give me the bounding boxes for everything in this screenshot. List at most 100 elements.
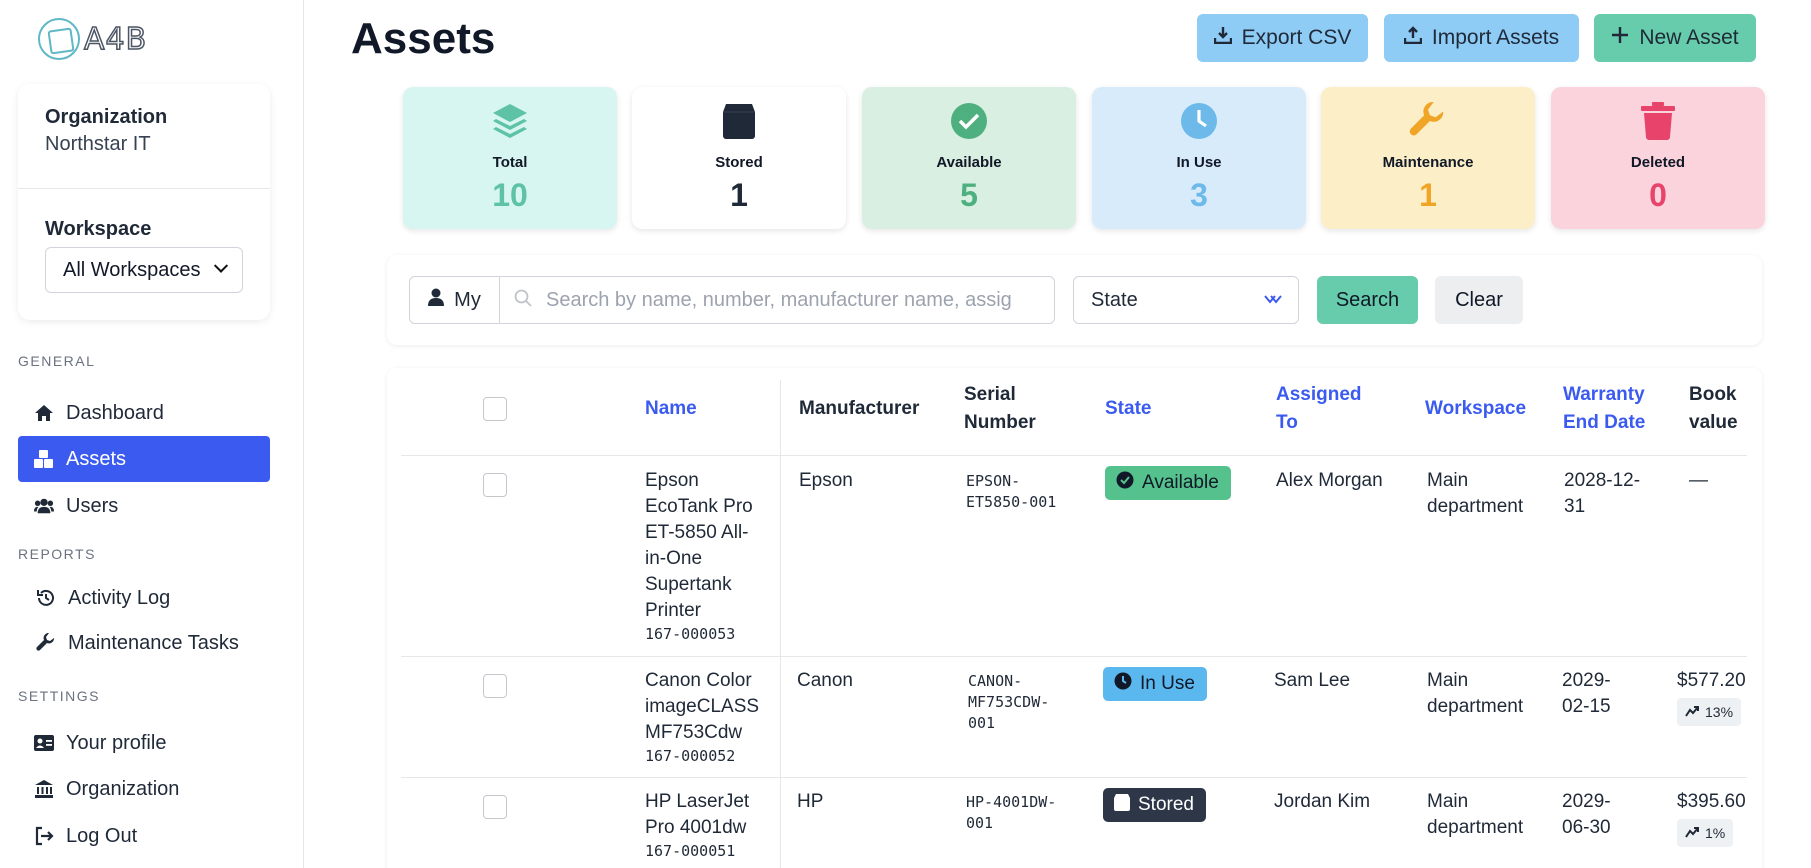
- sidebar-item-maintenance-tasks[interactable]: Maintenance Tasks: [18, 620, 270, 666]
- status-badge: Stored: [1103, 788, 1206, 822]
- organization-label: Organization: [45, 106, 168, 128]
- export-csv-button[interactable]: Export CSV: [1197, 14, 1368, 62]
- row-divider: [401, 777, 1747, 778]
- warranty-cell: 2029-06-30: [1562, 791, 1611, 838]
- column-header-state[interactable]: State: [1105, 395, 1151, 423]
- organization-card: Organization Northstar IT Workspace All …: [18, 84, 270, 320]
- book-value-cell: $395.60: [1677, 791, 1746, 812]
- warranty-cell: 2028-12-31: [1564, 470, 1641, 517]
- workspace-select[interactable]: All Workspaces: [45, 247, 243, 293]
- workspace-cell: Main department: [1427, 670, 1524, 717]
- sidebar-item-dashboard[interactable]: Dashboard: [18, 390, 270, 436]
- column-header-workspace[interactable]: Workspace: [1425, 395, 1526, 423]
- row-checkbox[interactable]: [483, 473, 507, 497]
- search-button[interactable]: Search: [1317, 276, 1418, 324]
- trend-arrow-icon: [1685, 825, 1699, 841]
- stat-card-stored[interactable]: Stored 1: [632, 87, 846, 229]
- sidebar-item-logout[interactable]: Log Out: [18, 813, 270, 859]
- layers-icon: [403, 99, 617, 143]
- warranty-cell: 2029-02-15: [1562, 670, 1611, 717]
- new-asset-button[interactable]: New Asset: [1594, 14, 1756, 62]
- select-all-checkbox[interactable]: [483, 397, 507, 421]
- column-header-manufacturer: Manufacturer: [799, 398, 920, 419]
- download-icon: [1213, 26, 1232, 50]
- nav-section-general: GENERAL: [18, 353, 96, 369]
- status-badge-label: Available: [1142, 472, 1219, 493]
- my-assets-toggle[interactable]: My: [409, 276, 500, 324]
- sidebar-item-label: Log Out: [66, 824, 138, 847]
- home-icon: [34, 403, 54, 423]
- check-circle-icon: [862, 99, 1076, 143]
- header-divider: [401, 455, 1747, 456]
- check-circle-icon: [1116, 471, 1134, 495]
- history-icon: [36, 588, 56, 608]
- sidebar-item-label: Users: [66, 494, 119, 517]
- column-header-warranty-end-date[interactable]: Warranty End Date: [1563, 381, 1663, 437]
- upload-icon: [1403, 26, 1423, 50]
- asset-name: Epson EcoTank Pro ET-5850 All-in-One Sup…: [645, 470, 753, 621]
- asset-number: 167-000053: [645, 625, 736, 643]
- row-checkbox[interactable]: [483, 674, 507, 698]
- my-assets-label: My: [454, 288, 481, 311]
- depreciation-percent: 13%: [1705, 704, 1734, 720]
- logo-text: A4B: [83, 21, 148, 58]
- asset-number: 167-000052: [645, 747, 736, 765]
- manufacturer-cell: Canon: [797, 670, 853, 691]
- clock-icon: [1114, 672, 1132, 696]
- user-icon: [428, 288, 445, 312]
- page-title: Assets: [351, 14, 496, 63]
- stat-label: Available: [936, 154, 1002, 171]
- stat-label: Total: [492, 154, 528, 171]
- nav-section-reports: REPORTS: [18, 546, 96, 562]
- depreciation-percent: 1%: [1705, 825, 1726, 841]
- workspace-cell: Main department: [1427, 470, 1524, 517]
- book-value-cell: —: [1689, 470, 1708, 491]
- column-header-assigned-to[interactable]: Assigned To: [1276, 381, 1376, 437]
- stat-card-deleted[interactable]: Deleted 0: [1551, 87, 1765, 229]
- sidebar-item-users[interactable]: Users: [18, 483, 270, 529]
- sidebar-item-profile[interactable]: Your profile: [18, 720, 270, 766]
- asset-name: Canon Color imageCLASS MF753Cdw: [645, 670, 760, 743]
- import-assets-label: Import Assets: [1431, 26, 1560, 49]
- stat-card-in-use[interactable]: In Use 3: [1092, 87, 1306, 229]
- asset-name-link[interactable]: Canon Color imageCLASS MF753Cdw 167-0000…: [645, 668, 760, 767]
- boxes-icon: [34, 449, 54, 469]
- state-select[interactable]: State: [1073, 276, 1299, 324]
- sidebar-item-activity-log[interactable]: Activity Log: [18, 575, 270, 621]
- sidebar-item-label: Assets: [66, 447, 127, 470]
- workspace-cell: Main department: [1427, 791, 1524, 838]
- clear-button[interactable]: Clear: [1435, 276, 1523, 324]
- assigned-to-cell: Jordan Kim: [1274, 791, 1371, 812]
- import-assets-button[interactable]: Import Assets: [1384, 14, 1579, 62]
- assets-table: Name Manufacturer Serial Number State As…: [387, 368, 1762, 868]
- sidebar-item-label: Organization: [66, 777, 180, 800]
- stat-value: 5: [960, 177, 978, 213]
- logout-icon: [34, 826, 54, 846]
- status-badge-label: Stored: [1138, 794, 1194, 815]
- row-divider: [401, 656, 1747, 657]
- stat-card-total[interactable]: Total 10: [403, 87, 617, 229]
- search-input[interactable]: [546, 288, 1046, 312]
- new-asset-label: New Asset: [1639, 26, 1739, 49]
- manufacturer-cell: HP: [797, 791, 824, 812]
- search-icon: [514, 289, 532, 312]
- search-field[interactable]: [499, 276, 1055, 324]
- stat-card-maintenance[interactable]: Maintenance 1: [1321, 87, 1535, 229]
- sidebar-item-assets[interactable]: Assets: [18, 436, 270, 482]
- wrench-icon: [1321, 99, 1535, 143]
- column-header-name[interactable]: Name: [645, 395, 697, 423]
- column-header-serial-number: Serial Number: [964, 384, 1036, 433]
- asset-name-link[interactable]: HP LaserJet Pro 4001dw 167-000051: [645, 789, 760, 862]
- trend-arrow-icon: [1685, 704, 1699, 720]
- stat-label: In Use: [1176, 154, 1222, 171]
- sidebar-item-label: Dashboard: [66, 401, 164, 424]
- row-checkbox[interactable]: [483, 795, 507, 819]
- asset-name-link[interactable]: Epson EcoTank Pro ET-5850 All-in-One Sup…: [645, 468, 760, 645]
- sidebar-item-organization[interactable]: Organization: [18, 766, 270, 812]
- app-logo[interactable]: A4B: [38, 18, 147, 60]
- box-icon: [632, 99, 846, 143]
- stat-value: 1: [730, 177, 748, 213]
- stat-card-available[interactable]: Available 5: [862, 87, 1076, 229]
- status-badge-label: In Use: [1140, 673, 1195, 694]
- nav-section-settings: SETTINGS: [18, 688, 101, 704]
